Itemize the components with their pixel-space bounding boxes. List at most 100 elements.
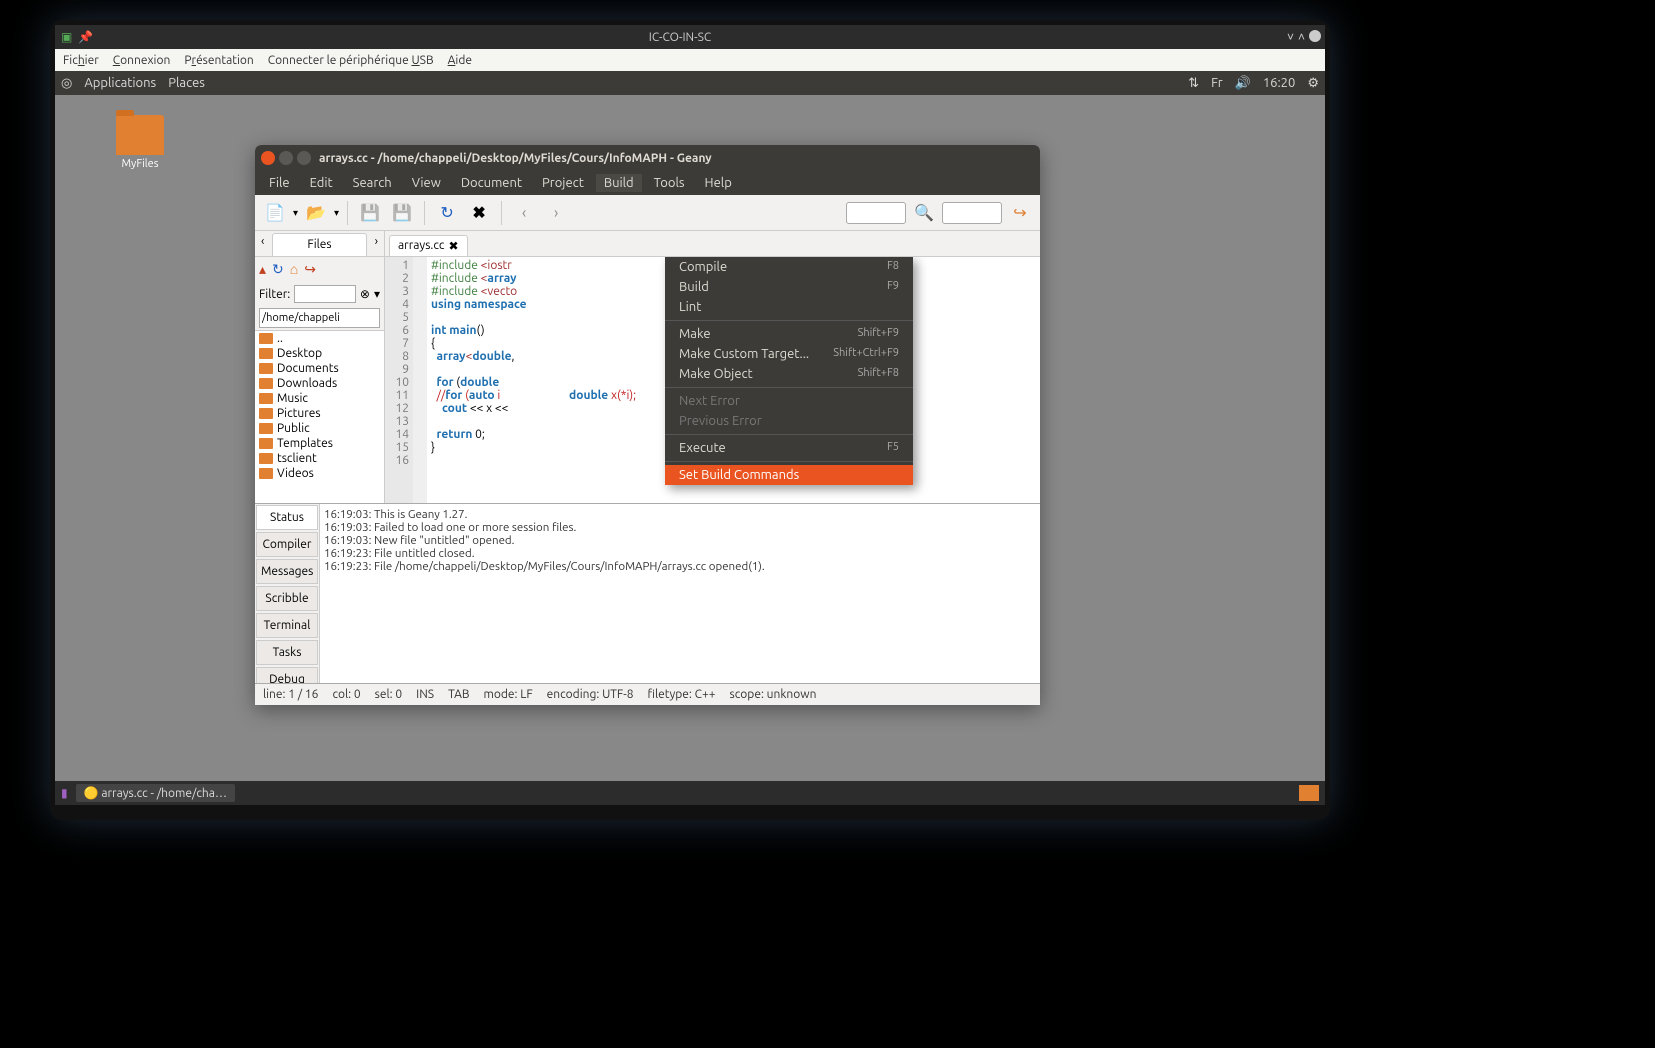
sidebar-tab-files[interactable]: Files [272,233,366,256]
geany-titlebar[interactable]: arrays.cc - /home/chappeli/Desktop/MyFil… [255,145,1040,171]
list-item[interactable]: Templates [255,436,384,451]
build-menu-item[interactable]: MakeShift+F9 [665,324,913,344]
code-editor[interactable]: 12345678910111213141516 #include <iostr … [385,257,1040,503]
filter-input[interactable] [294,285,356,303]
apps-icon[interactable]: ◎ [61,76,72,91]
menu-project[interactable]: Project [534,174,592,192]
reload-icon[interactable]: ↻ [433,199,461,227]
search-input[interactable] [942,202,1002,224]
list-item[interactable]: tsclient [255,451,384,466]
sound-icon[interactable]: 🔊 [1235,76,1251,91]
build-menu-item[interactable]: BuildF9 [665,277,913,297]
refresh-icon[interactable]: ↻ [272,261,284,278]
msg-tab-compiler[interactable]: Compiler [256,532,318,557]
menu-help[interactable]: Help [697,174,740,192]
folder-icon [259,453,273,464]
fold-column[interactable] [413,257,427,503]
folder-icon [259,408,273,419]
tab-label: arrays.cc [398,239,444,253]
build-menu-item[interactable]: Make ObjectShift+F8 [665,364,913,384]
next-tab-icon[interactable]: › [369,231,384,256]
path-icon[interactable]: ↪ [304,261,316,278]
message-line: 16:19:03: New file "untitled" opened. [324,534,1036,547]
list-item[interactable]: .. [255,331,384,346]
minimize-icon[interactable]: ˅ [1287,30,1294,44]
msg-tab-status[interactable]: Status [256,505,318,530]
menu-edit[interactable]: Edit [302,174,341,192]
vm-menu-item[interactable]: Aide [448,54,472,67]
show-desktop-icon[interactable]: ▮ [61,786,68,800]
message-body[interactable]: 16:19:03: This is Geany 1.27.16:19:03: F… [320,504,1040,683]
menu-build[interactable]: Build [596,174,642,192]
build-menu-item[interactable]: Lint [665,297,913,317]
status-mode: mode: LF [484,688,533,701]
build-menu-item[interactable]: Make Custom Target...Shift+Ctrl+F9 [665,344,913,364]
msg-tab-terminal[interactable]: Terminal [256,613,318,638]
prev-tab-icon[interactable]: ‹ [255,231,270,256]
back-icon[interactable]: ‹ [510,199,538,227]
list-item[interactable]: Music [255,391,384,406]
menu-applications[interactable]: Applications [84,76,156,90]
list-item[interactable]: Downloads [255,376,384,391]
forward-icon[interactable]: › [542,199,570,227]
folder-icon [259,363,273,374]
msg-tab-scribble[interactable]: Scribble [256,586,318,611]
msg-tab-messages[interactable]: Messages [256,559,318,584]
window-minimize-icon[interactable] [279,151,293,165]
up-icon[interactable]: ▴ [259,261,266,278]
build-menu-item[interactable]: Next Error [665,391,913,411]
pin-icon[interactable]: 📌 [78,30,93,44]
list-item[interactable]: Public [255,421,384,436]
vm-menu-item[interactable]: Présentation [184,54,253,67]
message-line: 16:19:23: File untitled closed. [324,547,1036,560]
path-input[interactable] [259,308,380,328]
vm-menu-item[interactable]: Fichier [63,54,99,67]
maximize-icon[interactable]: ˄ [1298,30,1305,44]
keyboard-layout[interactable]: Fr [1211,76,1223,90]
build-menu-item[interactable]: ExecuteF5 [665,438,913,458]
msg-tab-tasks[interactable]: Tasks [256,640,318,665]
vm-menu-item[interactable]: Connecter le périphérique USB [268,54,434,67]
menu-search[interactable]: Search [345,174,400,192]
network-icon[interactable]: ⇅ [1188,76,1199,91]
list-item[interactable]: Desktop [255,346,384,361]
folder-icon [259,423,273,434]
tray-icon[interactable] [1299,785,1319,801]
close-file-icon[interactable]: ✖ [465,199,493,227]
clear-filter-icon[interactable]: ⊗ [360,287,370,301]
list-item[interactable]: Pictures [255,406,384,421]
home-icon[interactable]: ⌂ [290,261,298,278]
list-item[interactable]: Documents [255,361,384,376]
search-icon[interactable]: 🔍 [910,199,938,227]
save-all-icon[interactable]: 💾 [388,199,416,227]
line-number-input[interactable] [846,202,906,224]
build-menu-item[interactable]: Previous Error [665,411,913,431]
jump-icon[interactable]: ↪ [1006,199,1034,227]
filter-dropdown-icon[interactable]: ▾ [374,287,380,301]
menu-tools[interactable]: Tools [646,174,693,192]
file-list[interactable]: ..DesktopDocumentsDownloadsMusicPictures… [255,330,384,503]
clock[interactable]: 16:20 [1263,76,1296,90]
open-file-icon[interactable]: 📂 [302,199,330,227]
menu-places[interactable]: Places [168,76,205,90]
window-close-icon[interactable] [261,151,275,165]
desktop-folder-myfiles[interactable]: MyFiles [105,115,175,170]
close-tab-icon[interactable]: ✖ [448,239,458,253]
menu-document[interactable]: Document [453,174,530,192]
desktop[interactable]: MyFiles arrays.cc - /home/chappeli/Deskt… [55,95,1325,781]
file-name: Templates [277,437,333,450]
taskbar-item-geany[interactable]: 🟡 arrays.cc - /home/cha… [76,784,235,802]
file-tab-arrays[interactable]: arrays.cc ✖ [389,235,468,256]
build-menu-item[interactable]: Set Build Commands [665,465,913,485]
list-item[interactable]: Videos [255,466,384,481]
close-icon[interactable] [1309,30,1321,42]
build-menu-item[interactable]: CompileF8 [665,257,913,277]
menu-file[interactable]: File [261,174,298,192]
status-filetype: filetype: C++ [648,688,716,701]
menu-view[interactable]: View [404,174,449,192]
save-icon[interactable]: 💾 [356,199,384,227]
new-file-icon[interactable]: 📄 [261,199,289,227]
vm-menu-item[interactable]: Connexion [113,54,171,67]
window-maximize-icon[interactable] [297,151,311,165]
settings-cog-icon[interactable]: ⚙ [1307,76,1319,91]
